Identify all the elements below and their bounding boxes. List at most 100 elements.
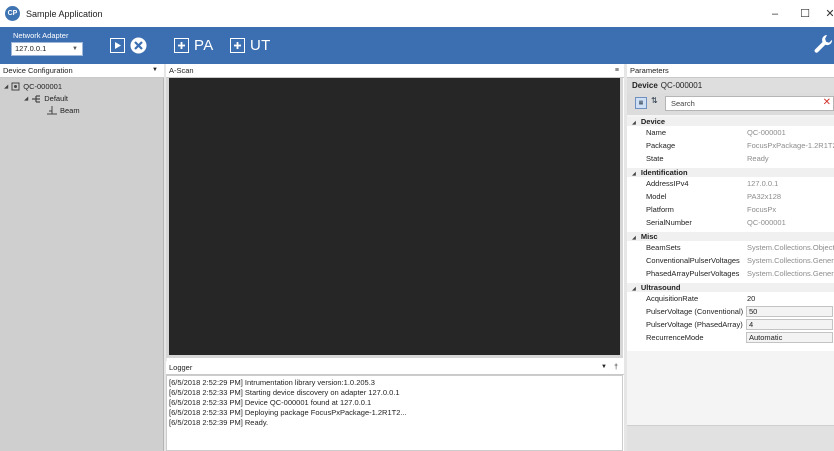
property-name: ConventionalPulserVoltages — [646, 256, 740, 265]
pulser-voltage-phasedarray-field[interactable]: 4 — [746, 319, 833, 330]
property-name: Platform — [646, 205, 674, 214]
close-button[interactable]: ✕ — [815, 0, 834, 27]
categorized-sort-button[interactable]: ▦ — [635, 97, 647, 109]
property-row[interactable]: Package FocusPxPackage-1.2R1T2 — [627, 139, 834, 152]
property-row[interactable]: PulserVoltage (Conventional) 50 — [627, 305, 834, 318]
property-toolbar: ▦ ⇅ Search ✕ — [627, 93, 834, 115]
category-misc[interactable]: ◢ Misc — [627, 232, 834, 241]
tree-node-label: Default — [44, 94, 68, 103]
stop-icon — [130, 37, 147, 54]
property-name: Package — [646, 141, 676, 150]
device-icon — [11, 82, 20, 91]
tree-node-group[interactable]: ◢ Default — [24, 94, 68, 103]
property-row[interactable]: RecurrenceMode Automatic — [627, 331, 834, 344]
recurrence-mode-select[interactable]: Automatic — [746, 332, 833, 343]
property-description-area — [627, 425, 834, 451]
window-title: Sample Application — [26, 8, 103, 19]
pulser-voltage-conventional-field[interactable]: 50 — [746, 306, 833, 317]
tree-node-device[interactable]: ◢ QC-000001 — [4, 82, 62, 91]
property-row[interactable]: PhasedArrayPulserVoltages System.Collect… — [627, 267, 834, 280]
property-name: Name — [646, 128, 667, 137]
category-identification[interactable]: ◢ Identification — [627, 168, 834, 177]
property-value: System.Collections.ObjectModel — [747, 243, 834, 252]
category-label: Device — [640, 117, 666, 126]
category-label: Identification — [640, 168, 688, 177]
alphabetical-sort-button[interactable]: ⇅ — [651, 96, 658, 105]
chevron-down-icon[interactable]: ▼ — [601, 361, 607, 374]
property-row[interactable]: AcquisitionRate 20 — [627, 292, 834, 305]
property-name: PulserVoltage (Conventional) — [646, 307, 744, 316]
settings-button[interactable] — [812, 34, 834, 53]
property-name: State — [646, 154, 664, 163]
property-row[interactable]: ConventionalPulserVoltages System.Collec… — [627, 254, 834, 267]
property-row[interactable]: PulserVoltage (PhasedArray) 4 — [627, 318, 834, 331]
device-configuration-header[interactable]: Device Configuration ▼ — [0, 64, 164, 78]
log-line: [6/5/2018 2:52:39 PM] Ready. — [169, 418, 269, 427]
property-name: RecurrenceMode — [646, 333, 704, 342]
pin-icon[interactable]: † — [614, 361, 618, 374]
add-pa-icon — [174, 38, 189, 53]
tree-node-label: QC-000001 — [23, 82, 63, 91]
property-name: AddressIPv4 — [646, 179, 689, 188]
pin-menu-icon[interactable]: ≡ — [615, 64, 619, 77]
selected-object-name: QC-000001 — [660, 81, 703, 90]
ascan-header[interactable]: A-Scan ≡ — [166, 64, 625, 78]
device-configuration-title: Device Configuration — [3, 66, 73, 75]
property-name: BeamSets — [646, 243, 681, 252]
start-button[interactable] — [110, 36, 125, 55]
tree-node-beam[interactable]: Beam — [47, 106, 80, 115]
stop-button[interactable] — [130, 36, 147, 55]
ut-label: UT — [250, 37, 271, 54]
group-icon — [32, 94, 41, 103]
category-ultrasound[interactable]: ◢ Ultrasound — [627, 283, 834, 292]
minimize-button[interactable]: – — [760, 0, 790, 27]
logger-output[interactable]: [6/5/2018 2:52:29 PM] Intrumentation lib… — [166, 375, 623, 451]
search-placeholder: Search — [671, 99, 695, 108]
sort-az-icon: ⇅ — [651, 96, 658, 105]
property-name: AcquisitionRate — [646, 294, 699, 303]
network-adapter-select[interactable]: 127.0.0.1 ▼ — [11, 42, 83, 56]
property-row[interactable]: BeamSets System.Collections.ObjectModel — [627, 241, 834, 254]
acquisition-rate-field[interactable]: 20 — [747, 292, 834, 305]
add-ut-button[interactable]: UT — [230, 36, 271, 55]
category-device[interactable]: ◢ Device — [627, 117, 834, 126]
property-row[interactable]: Name QC-000001 — [627, 126, 834, 139]
category-label: Misc — [640, 232, 658, 241]
ascan-view[interactable] — [166, 78, 623, 358]
main-toolbar: Network Adapter 127.0.0.1 ▼ PA UT — [0, 27, 834, 64]
property-search-input[interactable]: Search ✕ — [665, 96, 834, 111]
selected-object-type: Device — [632, 81, 658, 90]
log-line: [6/5/2018 2:52:33 PM] Deploying package … — [169, 408, 407, 417]
category-label: Ultrasound — [640, 283, 681, 292]
parameters-header: Parameters — [627, 64, 834, 78]
beam-icon — [47, 106, 57, 115]
categorized-icon: ▦ — [638, 100, 644, 106]
tree-node-label: Beam — [60, 106, 80, 115]
pa-label: PA — [194, 37, 214, 54]
ascan-title: A-Scan — [169, 66, 194, 75]
network-adapter-value: 127.0.0.1 — [15, 44, 47, 53]
property-value: FocusPx — [747, 205, 777, 214]
expand-arrow-icon[interactable]: ◢ — [4, 84, 8, 90]
property-row[interactable]: Model PA32x128 — [627, 190, 834, 203]
property-value: System.Collections.Generic — [747, 256, 834, 265]
log-line: [6/5/2018 2:52:33 PM] Device QC-000001 f… — [169, 398, 372, 407]
property-row[interactable]: AddressIPv4 127.0.0.1 — [627, 177, 834, 190]
chevron-down-icon: ▼ — [152, 67, 158, 73]
property-value: System.Collections.Generic — [747, 269, 834, 278]
add-ut-icon — [230, 38, 245, 53]
property-row[interactable]: Platform FocusPx — [627, 203, 834, 216]
property-name: Model — [646, 192, 667, 201]
expand-arrow-icon[interactable]: ◢ — [24, 96, 28, 102]
chevron-down-icon: ▼ — [72, 46, 78, 52]
property-row[interactable]: SerialNumber QC-000001 — [627, 216, 834, 229]
property-value: PA32x128 — [747, 192, 782, 201]
logger-header[interactable]: Logger ▼ † — [166, 361, 625, 375]
parameters-title: Parameters — [630, 66, 669, 75]
app-icon: CP — [5, 6, 20, 21]
property-row[interactable]: State Ready — [627, 152, 834, 165]
logger-title: Logger — [169, 363, 193, 372]
title-bar: CP Sample Application – ☐ ✕ — [0, 0, 834, 27]
clear-search-icon[interactable]: ✕ — [823, 96, 831, 109]
add-pa-button[interactable]: PA — [174, 36, 214, 55]
